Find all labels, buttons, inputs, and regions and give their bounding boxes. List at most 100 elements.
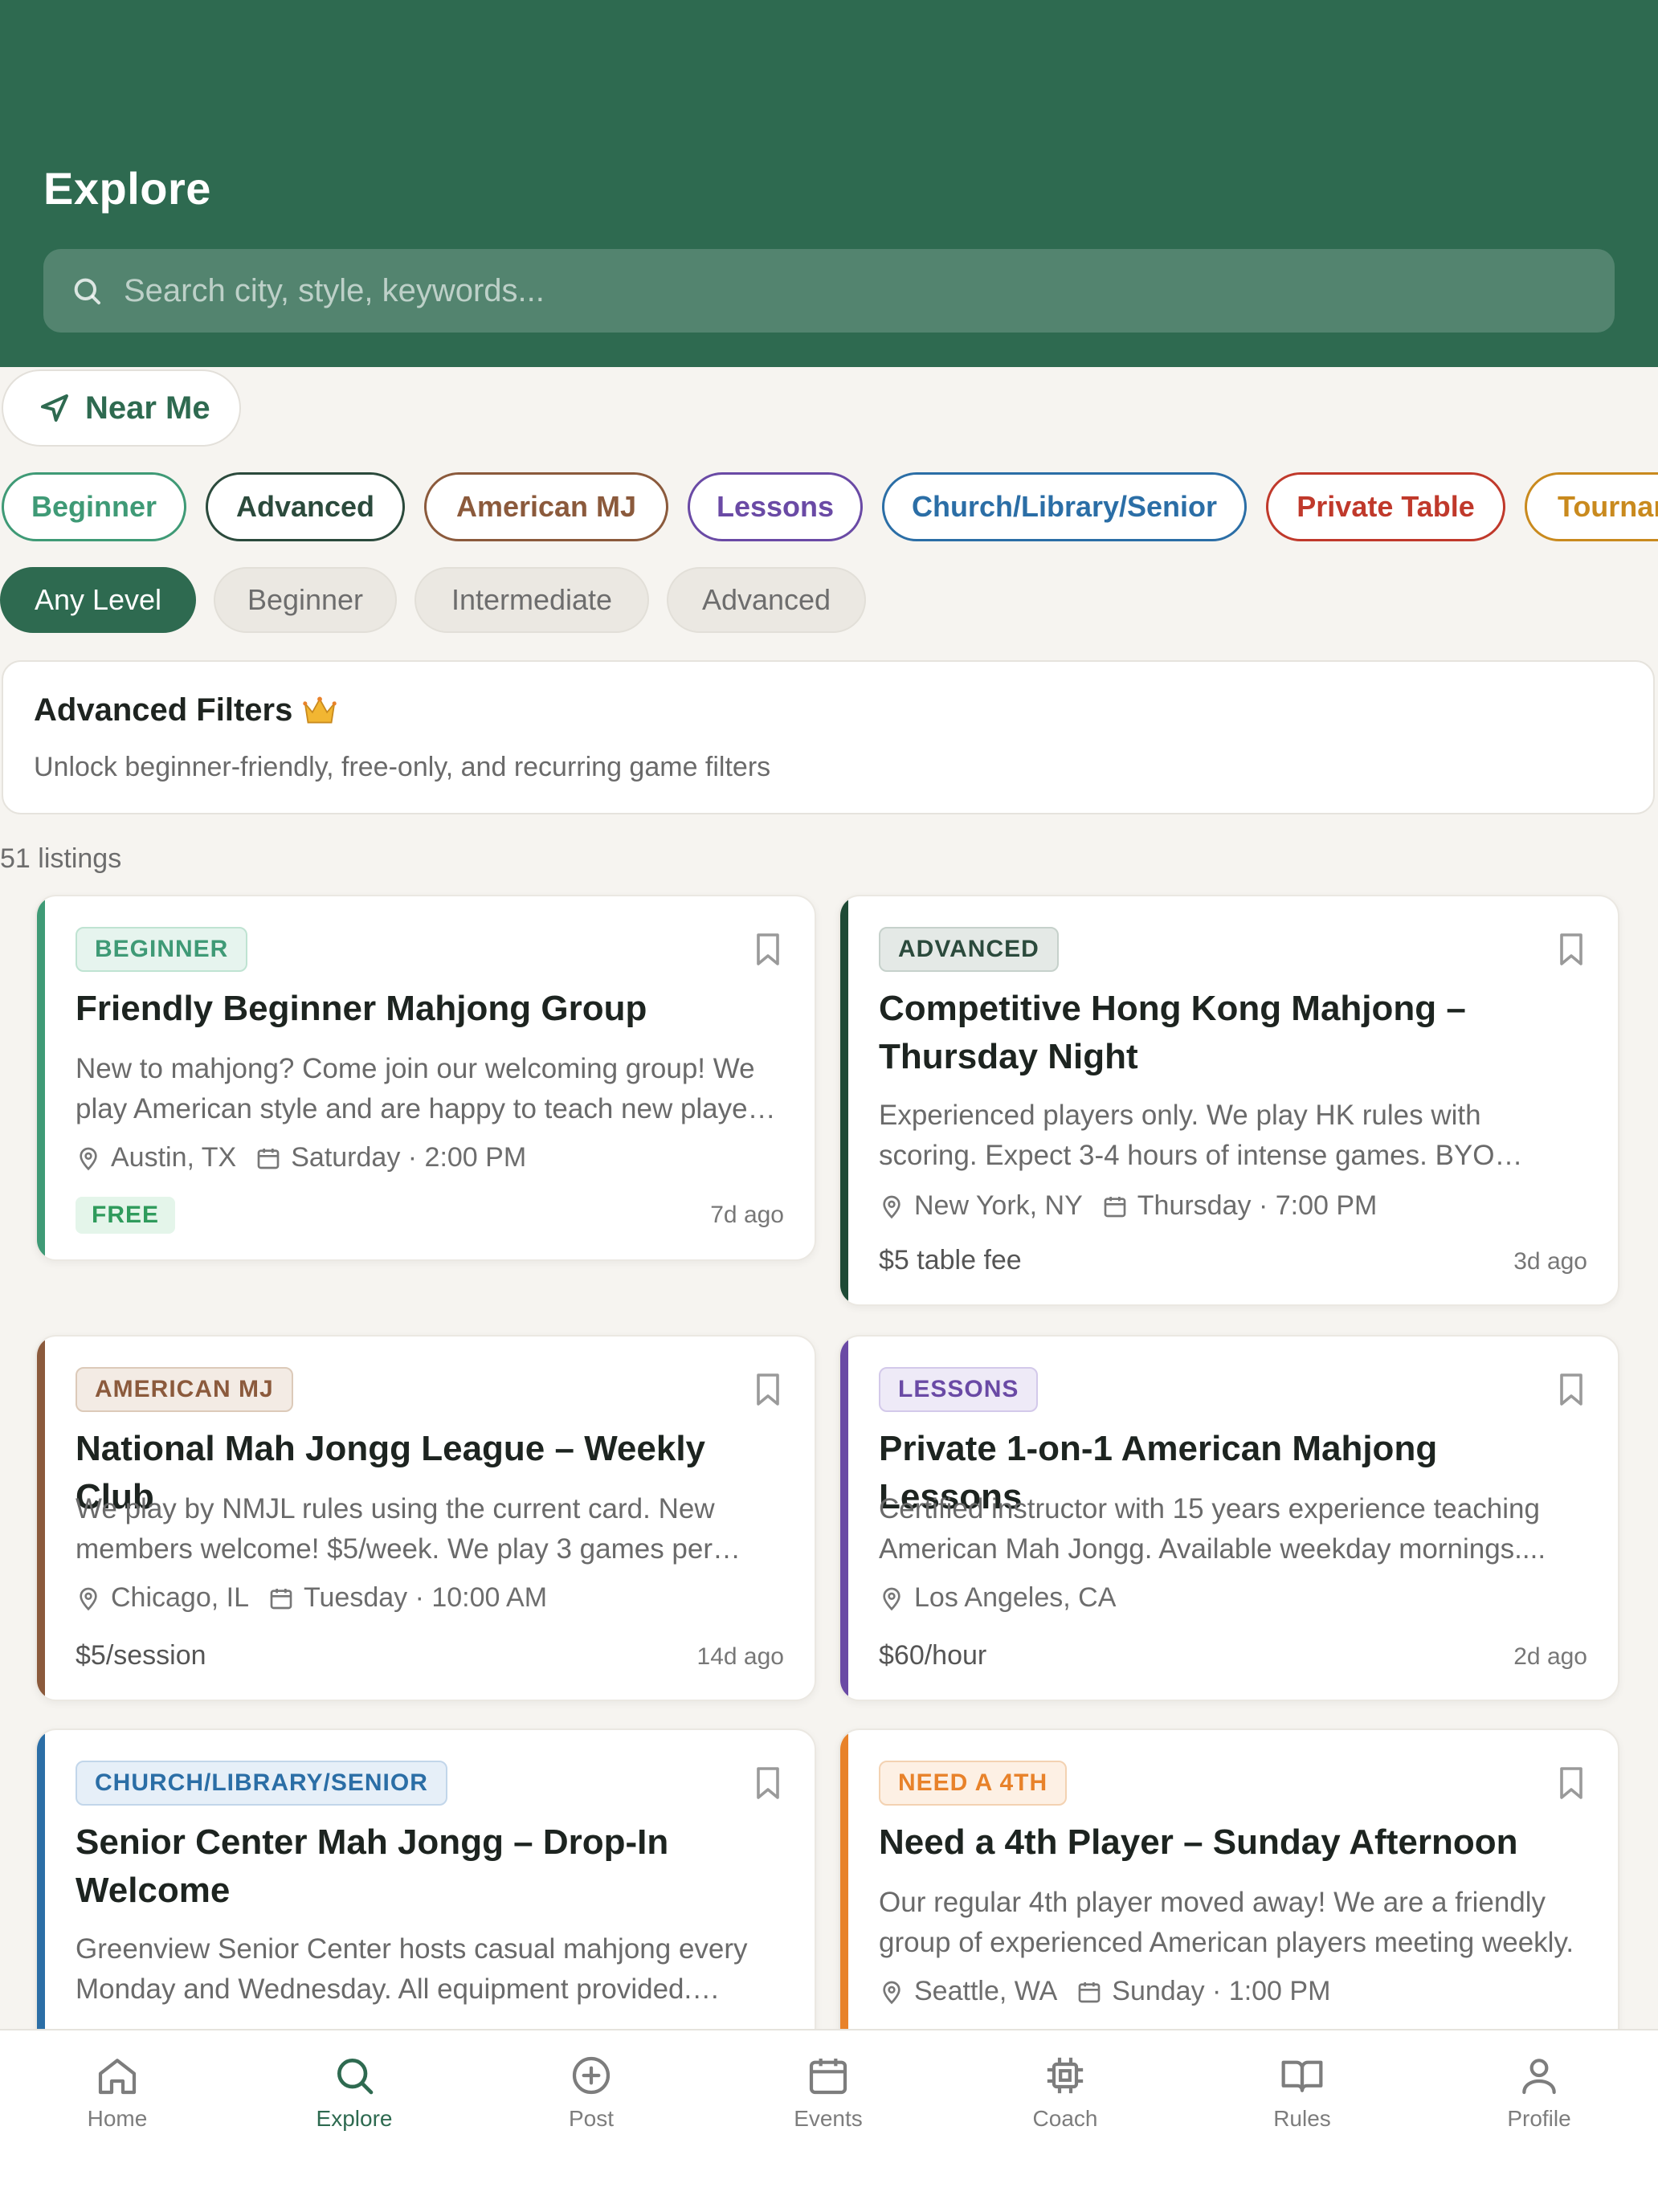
search-bar[interactable] (43, 249, 1615, 333)
chip-icon (1043, 2053, 1088, 2098)
location-pin-icon (76, 1586, 101, 1611)
posted-age: 14d ago (696, 1643, 784, 1670)
user-icon (1517, 2053, 1562, 2098)
search-icon (71, 275, 103, 307)
listing-title: Senior Center Mah Jongg – Drop-In Welcom… (76, 1822, 669, 1910)
listing-title: Friendly Beginner Mahjong Group (76, 989, 647, 1028)
calendar-icon (1076, 1979, 1102, 2005)
listing-description: Our regular 4th player moved away! We ar… (879, 1887, 1574, 1958)
listing-card[interactable]: LESSONS Private 1-on-1 American Mahjong … (839, 1335, 1619, 1701)
nav-label: Home (87, 2106, 148, 2131)
level-chip-intermediate[interactable]: Intermediate (414, 567, 649, 633)
listing-description: We play by NMJL rules using the current … (76, 1493, 715, 1565)
category-tag: NEED A 4TH (879, 1761, 1068, 1806)
bottom-nav: Home Explore Post Events Coach Rules Pro… (0, 2029, 1658, 2212)
price-badge: FREE (76, 1197, 176, 1234)
page-title: Explore (43, 163, 211, 214)
category-tag: CHURCH/LIBRARY/SENIOR (76, 1761, 447, 1806)
card-accent-bar (840, 1337, 848, 1700)
nav-label: Events (794, 2106, 863, 2131)
header: Explore (0, 0, 1658, 367)
category-chip-beginner[interactable]: Beginner (2, 472, 186, 541)
calendar-icon (255, 1145, 281, 1171)
crown-icon (302, 695, 337, 727)
advanced-filters-banner[interactable]: Advanced Filters Unlock beginner-friendl… (2, 660, 1655, 814)
category-chip-american-mj[interactable]: American MJ (424, 472, 668, 541)
near-me-button[interactable]: Near Me (2, 369, 241, 447)
card-accent-bar (37, 1337, 45, 1700)
advanced-filters-title: Advanced Filters (34, 692, 293, 728)
card-accent-bar (37, 896, 45, 1259)
bookmark-icon[interactable] (1555, 932, 1587, 967)
listing-location: Seattle, WA (914, 1976, 1058, 2006)
posted-age: 3d ago (1513, 1248, 1587, 1275)
location-pin-icon (879, 1586, 905, 1611)
listing-schedule: Tuesday · 10:00 AM (304, 1582, 548, 1613)
nav-explore[interactable]: Explore (274, 2053, 435, 2132)
nav-rules[interactable]: Rules (1222, 2053, 1382, 2132)
listing-description: Greenview Senior Center hosts casual mah… (76, 1933, 748, 2005)
category-chip-lessons[interactable]: Lessons (688, 472, 863, 541)
nav-events[interactable]: Events (748, 2053, 909, 2132)
listing-description: Certified instructor with 15 years exper… (879, 1493, 1546, 1565)
nav-label: Explore (316, 2106, 393, 2131)
listing-location: Austin, TX (111, 1142, 237, 1173)
location-pin-icon (76, 1145, 101, 1171)
bookmark-icon[interactable] (752, 932, 784, 967)
nav-coach[interactable]: Coach (985, 2053, 1145, 2132)
listing-schedule: Thursday · 7:00 PM (1137, 1190, 1378, 1221)
search-icon (332, 2053, 377, 2098)
level-chip-advanced[interactable]: Advanced (667, 567, 866, 633)
bookmark-icon[interactable] (752, 1372, 784, 1407)
category-tag: ADVANCED (879, 927, 1059, 972)
nav-post[interactable]: Post (511, 2053, 672, 2132)
listing-schedule: Saturday · 2:00 PM (291, 1142, 527, 1173)
card-accent-bar (37, 1730, 45, 2064)
listing-title: Competitive Hong Kong Mahjong – Thursday… (879, 989, 1466, 1076)
listing-description: New to mahjong? Come join our welcoming … (76, 1053, 771, 1124)
category-tag: AMERICAN MJ (76, 1367, 293, 1412)
listing-title: Need a 4th Player – Sunday Afternoon (879, 1822, 1518, 1862)
nav-label: Rules (1273, 2106, 1331, 2131)
bookmark-icon[interactable] (752, 1765, 784, 1801)
nav-label: Profile (1507, 2106, 1571, 2131)
listing-price: $5/session (76, 1640, 206, 1671)
listing-card[interactable]: NEED A 4TH Need a 4th Player – Sunday Af… (839, 1728, 1619, 2066)
listing-description: Experienced players only. We play HK rul… (879, 1100, 1495, 1171)
listing-schedule: Sunday · 1:00 PM (1112, 1976, 1331, 2006)
posted-age: 7d ago (710, 1202, 784, 1228)
category-chip-tournament[interactable]: Tournament (1525, 472, 1658, 541)
listing-card[interactable]: ADVANCED Competitive Hong Kong Mahjong –… (839, 895, 1619, 1306)
listing-count: 51 listings (0, 843, 122, 874)
calendar-icon (806, 2053, 851, 2098)
listing-location: Chicago, IL (111, 1582, 249, 1613)
level-chip-any-level[interactable]: Any Level (0, 567, 196, 633)
calendar-icon (1102, 1194, 1128, 1219)
category-chip-private-table[interactable]: Private Table (1266, 472, 1505, 541)
nav-label: Post (568, 2106, 615, 2131)
card-accent-bar (840, 896, 848, 1304)
listing-card[interactable]: AMERICAN MJ National Mah Jongg League – … (35, 1335, 816, 1701)
category-tag: LESSONS (879, 1367, 1039, 1412)
listing-location: New York, NY (914, 1190, 1083, 1221)
location-pin-icon (879, 1194, 905, 1219)
listing-price: $60/hour (879, 1640, 987, 1671)
level-chip-beginner[interactable]: Beginner (214, 567, 397, 633)
nav-home[interactable]: Home (37, 2053, 198, 2132)
category-chip-church-library-senior[interactable]: Church/Library/Senior (882, 472, 1247, 541)
category-chip-advanced[interactable]: Advanced (206, 472, 405, 541)
posted-age: 2d ago (1513, 1643, 1587, 1670)
search-input[interactable] (122, 271, 1491, 310)
nav-profile[interactable]: Profile (1459, 2053, 1619, 2132)
bookmark-icon[interactable] (1555, 1765, 1587, 1801)
book-icon (1280, 2053, 1325, 2098)
listing-price: $5 table fee (879, 1245, 1022, 1275)
navigation-arrow-icon (39, 392, 71, 424)
listing-card[interactable]: CHURCH/LIBRARY/SENIOR Senior Center Mah … (35, 1728, 816, 2066)
listing-location: Los Angeles, CA (914, 1582, 1117, 1613)
listing-card[interactable]: BEGINNER Friendly Beginner Mahjong Group… (35, 895, 816, 1261)
advanced-filters-description: Unlock beginner-friendly, free-only, and… (34, 752, 771, 782)
bookmark-icon[interactable] (1555, 1372, 1587, 1407)
calendar-icon (268, 1586, 294, 1611)
home-icon (95, 2053, 140, 2098)
